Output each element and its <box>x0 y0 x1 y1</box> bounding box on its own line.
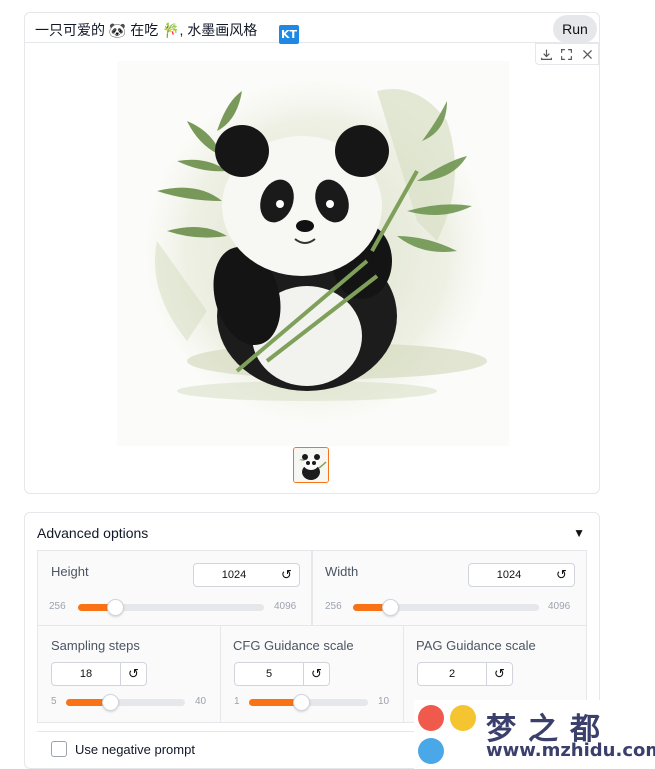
height-reset-button[interactable]: ↺ <box>274 563 300 587</box>
cfg-scale-max-label: 10 <box>378 696 390 707</box>
sampling-steps-input[interactable]: 18 <box>51 662 121 686</box>
prompt-row: 一只可爱的 🐼 在吃 🎋, 水墨画风格 Run <box>25 13 599 43</box>
sampling-steps-max-label: 40 <box>195 696 207 707</box>
sampling-steps-min-label: 5 <box>51 696 57 707</box>
negative-prompt-checkbox[interactable] <box>51 741 67 757</box>
sampling-steps-reset-button[interactable]: ↺ <box>121 662 147 686</box>
advanced-options-title[interactable]: Advanced options <box>37 525 148 541</box>
width-slider-handle[interactable] <box>382 599 399 616</box>
sampling-steps-label: Sampling steps <box>51 638 140 653</box>
cfg-scale-label: CFG Guidance scale <box>233 638 354 653</box>
negative-prompt-label[interactable]: Use negative prompt <box>75 742 195 757</box>
height-slider-handle[interactable] <box>107 599 124 616</box>
cfg-scale-slider[interactable] <box>249 694 368 711</box>
collapse-toggle-icon[interactable]: ▼ <box>573 526 585 540</box>
pag-scale-reset-button[interactable]: ↺ <box>487 662 513 686</box>
height-setting: Height 1024 ↺ 256 4096 <box>37 550 312 626</box>
watermark-logo-yellow <box>450 705 476 731</box>
watermark-logo-blue <box>418 738 444 764</box>
kt-badge: KT <box>279 25 299 44</box>
download-icon[interactable] <box>538 46 554 62</box>
sampling-steps-slider-handle[interactable] <box>102 694 119 711</box>
cfg-scale-setting: CFG Guidance scale 5 ↺ 1 10 <box>220 625 404 723</box>
fullscreen-icon[interactable] <box>559 46 575 62</box>
cfg-scale-min-label: 1 <box>234 696 240 707</box>
width-setting: Width 1024 ↺ 256 4096 <box>312 550 587 626</box>
height-label: Height <box>51 564 89 579</box>
sampling-steps-slider[interactable] <box>66 694 185 711</box>
width-reset-button[interactable]: ↺ <box>549 563 575 587</box>
width-slider[interactable] <box>353 599 539 616</box>
close-icon[interactable] <box>580 46 596 62</box>
width-label: Width <box>325 564 359 579</box>
gallery-thumbnail[interactable] <box>293 447 329 483</box>
cfg-scale-slider-handle[interactable] <box>293 694 310 711</box>
height-min-label: 256 <box>49 601 66 612</box>
watermark-logo-red <box>418 705 444 731</box>
watermark: 梦之都 www.mzhidu.com <box>414 700 655 769</box>
pag-scale-input[interactable]: 2 <box>417 662 487 686</box>
cfg-scale-reset-button[interactable]: ↺ <box>304 662 330 686</box>
image-output-panel: 一只可爱的 🐼 在吃 🎋, 水墨画风格 Run <box>24 12 600 494</box>
run-button[interactable]: Run <box>553 15 597 43</box>
sampling-steps-setting: Sampling steps 18 ↺ 5 40 <box>37 625 221 723</box>
height-max-label: 4096 <box>274 601 297 612</box>
height-input[interactable]: 1024 <box>193 563 275 587</box>
width-max-label: 4096 <box>548 601 571 612</box>
width-input[interactable]: 1024 <box>468 563 550 587</box>
generated-image[interactable] <box>117 61 509 446</box>
prompt-text[interactable]: 一只可爱的 🐼 在吃 🎋, 水墨画风格 <box>35 20 257 40</box>
cfg-scale-input[interactable]: 5 <box>234 662 304 686</box>
pag-scale-label: PAG Guidance scale <box>416 638 536 653</box>
height-slider[interactable] <box>78 599 264 616</box>
image-toolbar <box>535 43 599 65</box>
watermark-url: www.mzhidu.com <box>486 740 655 761</box>
width-min-label: 256 <box>325 601 342 612</box>
